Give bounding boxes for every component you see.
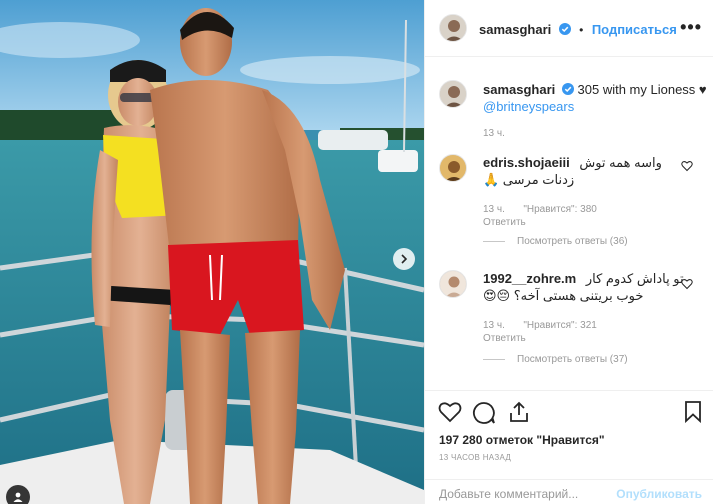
avatar-image: [440, 155, 466, 181]
comment-time[interactable]: 13 ч.: [483, 320, 505, 331]
comment-input[interactable]: [439, 487, 609, 501]
comment-username[interactable]: 1992__zohre.m: [483, 271, 576, 286]
avatar-image: [440, 271, 466, 297]
separator-dot: •: [579, 23, 584, 37]
caption: samasghari 305 with my Lioness ♥ @britne…: [483, 81, 707, 139]
view-replies-button[interactable]: Посмотреть ответы (36): [483, 236, 628, 247]
post-header: samasghari • Подписаться •••: [425, 0, 713, 57]
comment-avatar[interactable]: [439, 154, 467, 182]
chevron-right-icon: [401, 254, 408, 264]
comment-text-line2: زدنات مرسی 🙏: [483, 172, 575, 187]
avatar-image: [440, 81, 466, 107]
comment-time[interactable]: 13 ч.: [483, 204, 505, 215]
caption-time[interactable]: 13 ч.: [483, 128, 698, 139]
tagged-users-button[interactable]: [6, 485, 30, 504]
avatar-image: [440, 15, 466, 41]
replies-divider: [483, 359, 505, 360]
post-time-ago[interactable]: 13 ЧАСОВ НАЗАД: [439, 453, 511, 462]
comment-text-line1: واسه همه توش: [579, 155, 662, 170]
comment-text-line2: خوب بریتنی هستی آخه؟ 😔😍: [483, 288, 644, 303]
author-avatar[interactable]: [439, 14, 467, 42]
comments-list[interactable]: samasghari 305 with my Lioness ♥ @britne…: [425, 58, 713, 390]
next-photo-button[interactable]: [393, 248, 415, 270]
post-photo[interactable]: [0, 0, 424, 504]
publish-button[interactable]: Опубликовать: [616, 487, 702, 501]
follow-button[interactable]: Подписаться: [592, 22, 677, 37]
more-options-button[interactable]: •••: [680, 17, 702, 38]
like-comment-heart-icon[interactable]: [681, 160, 693, 172]
instagram-post-view: samasghari • Подписаться ••• samasghari: [0, 0, 713, 504]
view-replies-button[interactable]: Посмотреть ответы (37): [483, 354, 628, 365]
comment-item: 1992__zohre.m تو پاداش کدوم کار خوب بریت…: [483, 270, 684, 344]
like-comment-heart-icon[interactable]: [681, 278, 693, 290]
comment-icon[interactable]: [472, 401, 496, 425]
photo-illustration: [0, 0, 424, 504]
comment-item: edris.shojaeiii واسه همه توش زدنات مرسی …: [483, 154, 683, 228]
verified-badge-icon: [561, 83, 574, 95]
post-sidebar: samasghari • Подписаться ••• samasghari: [424, 0, 713, 504]
caption-username[interactable]: samasghari: [483, 82, 555, 97]
view-replies-label[interactable]: Посмотреть ответы (36): [517, 236, 628, 247]
view-replies-label[interactable]: Посмотреть ответы (37): [517, 354, 628, 365]
reply-button[interactable]: Ответить: [483, 333, 683, 344]
verified-badge-icon: [558, 23, 571, 35]
heart-icon[interactable]: [438, 401, 462, 423]
reply-button[interactable]: Ответить: [483, 217, 683, 228]
comment-likes[interactable]: "Нравится": 380: [523, 204, 596, 215]
bookmark-icon[interactable]: [684, 401, 702, 423]
author-username[interactable]: samasghari: [479, 22, 551, 37]
post-actions: 197 280 отметок "Нравится" 13 ЧАСОВ НАЗА…: [425, 390, 713, 504]
comment-likes[interactable]: "Нравится": 321: [523, 320, 596, 331]
share-icon[interactable]: [508, 401, 530, 423]
comment-avatar[interactable]: [439, 270, 467, 298]
likes-count[interactable]: 197 280 отметок "Нравится": [439, 433, 605, 447]
caption-author-avatar[interactable]: [439, 80, 467, 108]
add-comment-bar: Опубликовать: [425, 479, 713, 504]
replies-divider: [483, 241, 505, 242]
caption-mention-link[interactable]: @britneyspears: [483, 98, 698, 115]
comment-username[interactable]: edris.shojaeiii: [483, 155, 570, 170]
comment-text-line1: تو پاداش کدوم کار: [585, 271, 684, 286]
header-author-row: samasghari • Подписаться: [479, 21, 677, 39]
caption-text: 305 with my Lioness ♥: [577, 82, 707, 97]
user-tag-icon: [13, 492, 23, 502]
